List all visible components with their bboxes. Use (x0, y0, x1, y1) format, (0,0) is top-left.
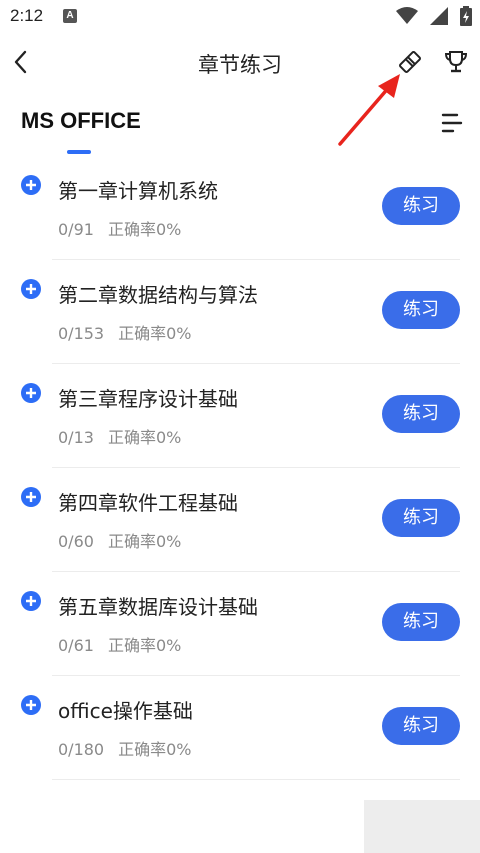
plus-circle-icon[interactable] (20, 694, 42, 716)
section-title: MS OFFICE (21, 108, 141, 133)
chapter-progress: 0/91 (58, 220, 94, 239)
chapter-accuracy: 正确率0% (107, 428, 182, 447)
menu-icon[interactable] (440, 112, 464, 134)
chapter-item[interactable]: 第一章计算机系统 0/91 正确率0% 练习 (20, 156, 460, 260)
chapter-stats: 0/91 正确率0% (58, 216, 181, 240)
trophy-icon[interactable] (442, 48, 470, 76)
notification-icon: A (63, 9, 77, 23)
plus-circle-icon[interactable] (20, 174, 42, 196)
chapter-name: office操作基础 (58, 699, 193, 723)
chapter-accuracy: 正确率0% (118, 324, 192, 343)
chapter-accuracy: 正确率0% (107, 220, 182, 239)
chapter-stats: 0/60 正确率0% (58, 528, 181, 552)
practice-button[interactable]: 练习 (382, 603, 460, 641)
battery-icon (460, 6, 472, 26)
chapter-name: 第四章软件工程基础 (58, 491, 238, 515)
chapter-list: 第一章计算机系统 0/91 正确率0% 练习 第二章数据结构与算法 0/153 正确… (0, 156, 480, 780)
chapter-name: 第三章程序设计基础 (58, 387, 238, 411)
chapter-accuracy: 正确率0% (107, 636, 182, 655)
chapter-progress: 0/61 (58, 636, 94, 655)
chapter-name: 第五章数据库设计基础 (58, 595, 258, 619)
status-time: 2:12 (10, 6, 44, 25)
status-bar: 2:12 A (0, 0, 480, 34)
practice-button[interactable]: 练习 (382, 187, 460, 225)
practice-button[interactable]: 练习 (382, 499, 460, 537)
chapter-progress: 0/153 (58, 324, 105, 343)
chapter-name: 第二章数据结构与算法 (58, 283, 258, 307)
chapter-accuracy: 正确率0% (107, 532, 182, 551)
chapter-progress: 0/180 (58, 740, 105, 759)
chapter-stats: 0/180 正确率0% (58, 736, 192, 760)
chapter-item[interactable]: 第三章程序设计基础 0/13 正确率0% 练习 (20, 364, 460, 468)
chapter-accuracy: 正确率0% (118, 740, 192, 759)
chapter-progress: 0/13 (58, 428, 94, 447)
red-arrow-annotation (338, 74, 400, 146)
watermark (364, 800, 480, 853)
practice-button[interactable]: 练习 (382, 395, 460, 433)
plus-circle-icon[interactable] (20, 278, 42, 300)
plus-circle-icon[interactable] (20, 590, 42, 612)
chapter-stats: 0/61 正确率0% (58, 632, 181, 656)
plus-circle-icon[interactable] (20, 382, 42, 404)
status-icons (396, 6, 472, 26)
chapter-stats: 0/13 正确率0% (58, 424, 181, 448)
practice-button[interactable]: 练习 (382, 707, 460, 745)
chapter-name: 第一章计算机系统 (58, 179, 218, 203)
chapter-progress: 0/60 (58, 532, 94, 551)
tab-indicator (67, 150, 91, 154)
chapter-item[interactable]: 第五章数据库设计基础 0/61 正确率0% 练习 (20, 572, 460, 676)
chapter-item[interactable]: 第二章数据结构与算法 0/153 正确率0% 练习 (20, 260, 460, 364)
chapter-stats: 0/153 正确率0% (58, 320, 192, 344)
signal-icon (430, 7, 448, 25)
plus-circle-icon[interactable] (20, 486, 42, 508)
chapter-item[interactable]: office操作基础 0/180 正确率0% 练习 (20, 676, 460, 780)
practice-button[interactable]: 练习 (382, 291, 460, 329)
chapter-item[interactable]: 第四章软件工程基础 0/60 正确率0% 练习 (20, 468, 460, 572)
wifi-icon (396, 7, 418, 24)
